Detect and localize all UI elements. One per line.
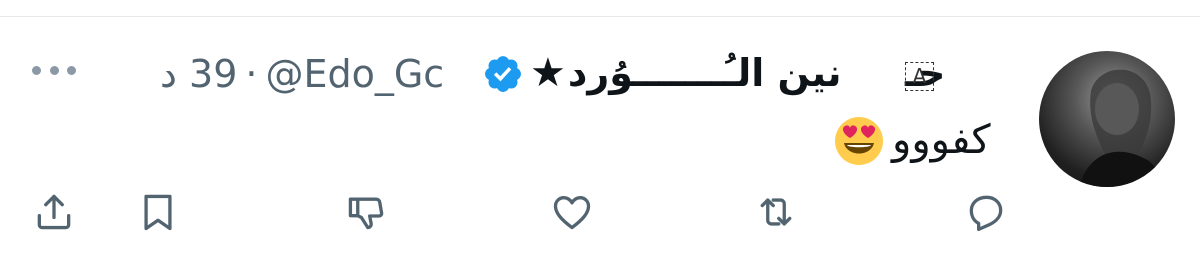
display-name-text: نين الـُـــــــوُرد [567,51,842,95]
avatar-image [1079,69,1175,187]
tweet-meta: @Edo_Gc · 39 د [160,46,444,102]
avatar[interactable] [1039,51,1175,187]
share-button[interactable] [30,188,78,236]
display-name[interactable]: ★ نين الـُـــــــوُرد [530,44,841,102]
separator: · [245,52,258,96]
reply-icon [969,195,1003,232]
timestamp[interactable]: 39 د [160,52,237,96]
tweet-text-content: كفووو [892,117,991,163]
like-button[interactable] [548,188,596,236]
reply-button[interactable] [962,188,1010,236]
thumbs-down-icon [348,197,384,230]
divider [0,16,1200,17]
more-horizontal-icon[interactable] [30,58,78,82]
dislike-button[interactable] [342,188,390,236]
retweet-icon [760,198,792,226]
heart-eyes-emoji-icon [835,117,883,165]
bookmark-icon [144,194,172,231]
handle[interactable]: @Edo_Gc [265,52,444,96]
verified-badge-icon [485,56,521,92]
tweet-card: حـ A ★ نين الـُـــــــوُرد @Edo_Gc · 39 … [0,0,1200,274]
retweet-button[interactable] [752,188,800,236]
share-icon [37,194,71,230]
missing-glyph-box: A [905,62,934,91]
bookmark-button[interactable] [134,188,182,236]
heart-icon [553,196,591,230]
display-name-star: ★ [530,50,566,96]
